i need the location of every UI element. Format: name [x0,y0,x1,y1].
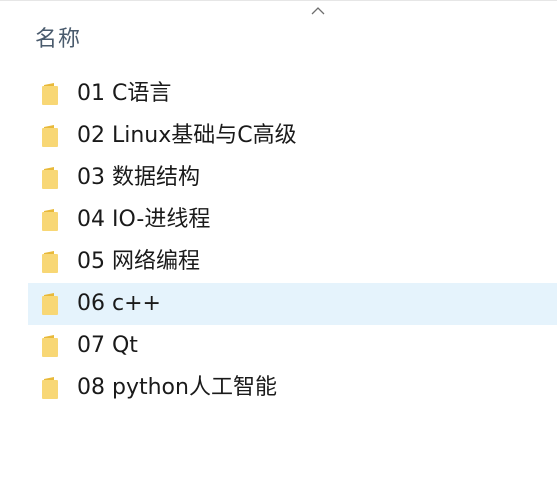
folder-icon [42,209,58,231]
folder-icon [42,293,58,315]
folder-name: 04 IO-进线程 [77,207,211,232]
folder-item[interactable]: 07 Qt [28,325,557,367]
folder-name: 05 网络编程 [77,249,200,274]
folder-name: 06 c++ [77,291,161,316]
folder-item-selected[interactable]: 06 c++ [28,283,557,325]
folder-item[interactable]: 03 数据结构 [28,157,557,199]
folder-name: 07 Qt [77,333,138,358]
name-column-header[interactable]: 名称 [35,21,81,53]
folder-icon [42,167,58,189]
header-divider [0,0,557,1]
folder-name: 01 C语言 [77,81,172,106]
folder-item[interactable]: 04 IO-进线程 [28,199,557,241]
folder-icon [42,125,58,147]
folder-icon [42,377,58,399]
folder-name: 03 数据结构 [77,165,200,190]
folder-item[interactable]: 01 C语言 [28,73,557,115]
folder-icon [42,335,58,357]
folder-name: 08 python人工智能 [77,375,277,400]
folder-item[interactable]: 02 Linux基础与C高级 [28,115,557,157]
chevron-up-icon[interactable] [310,5,326,17]
folder-item[interactable]: 08 python人工智能 [28,367,557,409]
folder-icon [42,83,58,105]
folder-item[interactable]: 05 网络编程 [28,241,557,283]
folder-name: 02 Linux基础与C高级 [77,123,297,148]
file-list: 01 C语言 02 Linux基础与C高级 03 数据结构 04 IO-进线程 … [28,73,557,409]
folder-icon [42,251,58,273]
